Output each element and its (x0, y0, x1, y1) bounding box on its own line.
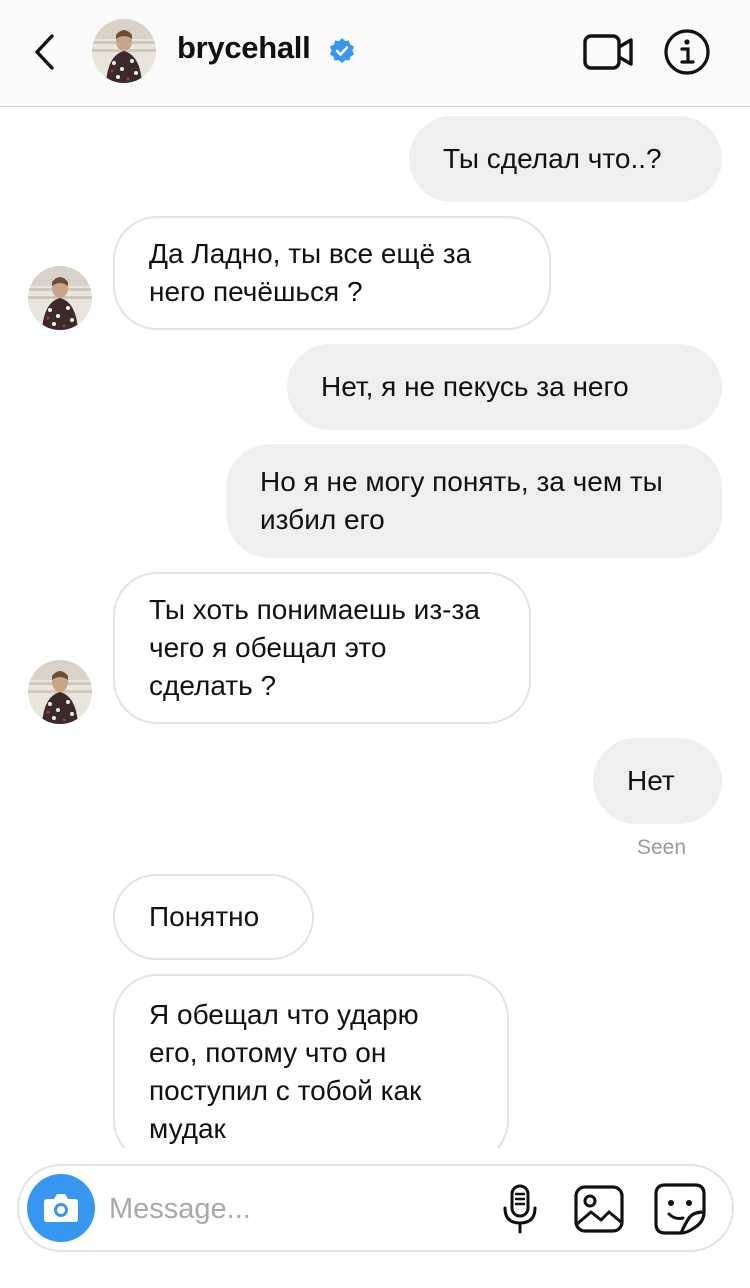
message-thread[interactable]: Ты сделал что..? Да Ладно, ты все ещё за… (0, 108, 750, 1148)
profile-avatar[interactable] (92, 19, 156, 83)
info-button[interactable] (663, 28, 711, 76)
info-icon (664, 29, 710, 75)
incoming-message[interactable]: Понятно (113, 874, 314, 960)
camera-icon (44, 1194, 78, 1222)
chat-header: brycehall (0, 0, 750, 107)
avatar-image (92, 19, 156, 83)
message-text: Но я не могу понять, за чем ты избил его (260, 466, 663, 535)
chevron-left-icon (35, 34, 54, 70)
avatar-image (28, 660, 92, 724)
sender-avatar[interactable] (28, 660, 92, 724)
message-text: Нет (627, 765, 675, 796)
verified-badge-icon (328, 37, 356, 65)
microphone-icon (503, 1184, 537, 1234)
gallery-button[interactable] (573, 1184, 625, 1234)
sticker-button[interactable] (653, 1182, 707, 1236)
back-button[interactable] (28, 32, 62, 72)
outgoing-message[interactable]: Нет (593, 738, 722, 824)
voice-message-button[interactable] (497, 1184, 543, 1234)
gallery-icon (574, 1185, 624, 1233)
seen-indicator: Seen (637, 836, 687, 859)
incoming-message[interactable]: Ты хоть понимаешь из-за чего я обещал эт… (113, 572, 531, 724)
message-text: Да Ладно, ты все ещё за него печёшься ? (149, 238, 472, 307)
message-composer (17, 1164, 734, 1252)
message-text: Ты сделал что..? (443, 143, 662, 174)
outgoing-message[interactable]: Но я не могу понять, за чем ты избил его (226, 444, 722, 558)
message-text: Я обещал что ударю его, потому что он по… (149, 999, 422, 1144)
message-text: Нет, я не пекусь за него (321, 371, 629, 402)
outgoing-message[interactable]: Нет, я не пекусь за него (287, 344, 722, 430)
incoming-message[interactable]: Да Ладно, ты все ещё за него печёшься ? (113, 216, 551, 330)
message-text: Ты хоть понимаешь из-за чего я обещал эт… (149, 594, 480, 701)
message-text: Понятно (149, 901, 260, 932)
outgoing-message[interactable]: Ты сделал что..? (409, 116, 722, 202)
sticker-icon (654, 1183, 706, 1235)
video-camera-icon (583, 34, 633, 70)
video-call-button[interactable] (582, 32, 634, 72)
incoming-message[interactable]: Я обещал что ударю его, потому что он по… (113, 974, 509, 1148)
sender-avatar[interactable] (28, 266, 92, 330)
avatar-image (28, 266, 92, 330)
message-input[interactable] (107, 1184, 491, 1234)
camera-button[interactable] (27, 1174, 95, 1242)
chat-username[interactable]: brycehall (177, 30, 311, 66)
